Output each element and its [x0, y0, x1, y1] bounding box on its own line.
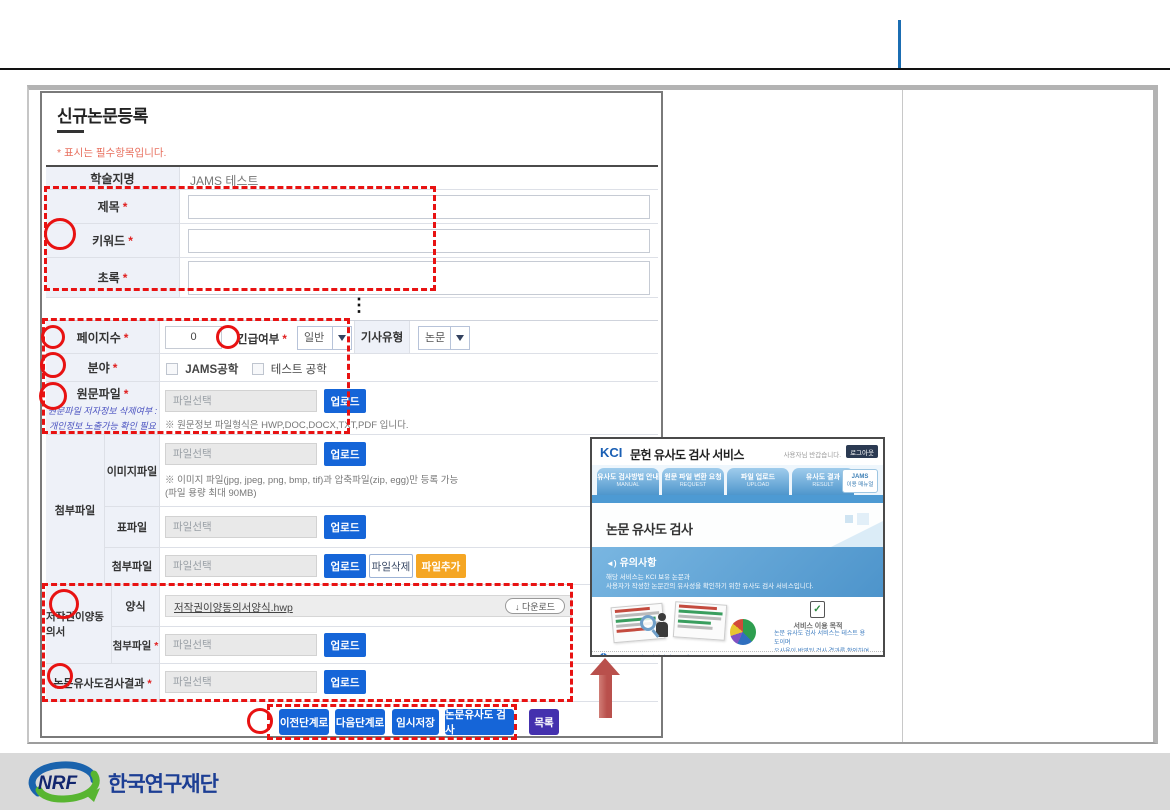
heading-underline [57, 130, 84, 133]
table-upload-button[interactable]: 업로드 [324, 515, 366, 539]
annotation-circle-field [40, 352, 66, 378]
image-file-row: 이미지파일 파일선택 업로드 ※ 이미지 파일(jpg, jpeg, png, … [105, 435, 658, 507]
panel-column-divider [902, 90, 903, 742]
annotation-circle-copyright-form [49, 589, 79, 619]
greeting-text: 사용자님 반갑습니다. [784, 449, 841, 459]
kci-similarity-popup: KCI 문헌 유사도 검사 서비스 사용자님 반갑습니다. 로그아웃 유사도 검… [590, 437, 885, 657]
tab-convert-request[interactable]: 원문 파일 변환 요청 REQUEST [662, 468, 724, 495]
popup-title: 문헌 유사도 검사 서비스 [630, 446, 744, 463]
annotation-circle-buttons [247, 708, 273, 734]
image-upload-button[interactable]: 업로드 [324, 442, 366, 466]
list-button[interactable]: 목록 [529, 709, 559, 735]
nrf-logo: NRF [24, 760, 106, 804]
table-file-input[interactable]: 파일선택 [165, 516, 317, 538]
person-icon [658, 613, 666, 621]
notice-line-2: 사용자가 작성한 논문간의 유사성을 확인하기 위한 유사도 검사 서비스입니다… [606, 580, 814, 590]
organization-name: 한국연구재단 [108, 768, 218, 798]
annotation-box-title-fields [44, 186, 436, 291]
manual-page: 신규논문등록 * 표시는 필수항목입니다. 학술지명 JAMS 테스트 제목* … [0, 0, 1170, 810]
attach-file-row: 첨부파일 파일선택 업로드 파일삭제 파일추가 [105, 548, 658, 585]
annotation-circle-keyword [44, 218, 76, 250]
document-illustration [673, 601, 727, 641]
red-arrow-up-icon [590, 658, 620, 675]
manual-button[interactable]: JAMS 이용 매뉴얼 [842, 469, 878, 493]
speaker-icon: ◄) [606, 559, 617, 568]
annotation-circle-manuscript [39, 382, 67, 410]
image-file-input[interactable]: 파일선택 [165, 443, 317, 465]
popup-tab-bar: 유사도 검사방법 안내 MANUAL 원문 파일 변환 요청 REQUEST 파… [592, 465, 883, 495]
tab-manual[interactable]: 유사도 검사방법 안내 MANUAL [597, 468, 659, 495]
annotation-circle-pages [41, 325, 65, 349]
info-icon: i [600, 653, 607, 658]
attachment-group-label: 첨부파일 [46, 435, 105, 585]
header-accent-line [898, 20, 901, 68]
top-divider-line [0, 68, 1170, 70]
table-file-row: 표파일 파일선택 업로드 [105, 507, 658, 548]
annotation-box-copyright [42, 583, 573, 702]
tab-file-upload[interactable]: 파일 업로드 UPLOAD [727, 468, 789, 495]
hero-decoration [845, 515, 853, 523]
notice-title: 유의사항 [620, 558, 657, 569]
popup-hero: 논문 유사도 검사 [592, 503, 883, 547]
popup-blue-strip [592, 495, 883, 503]
attach-upload-button[interactable]: 업로드 [324, 554, 366, 578]
truncation-ellipsis: ⋮ [350, 295, 368, 316]
image-file-label: 이미지파일 [107, 463, 158, 479]
svg-text:NRF: NRF [38, 773, 78, 794]
annotation-box-middle-fields [42, 318, 350, 434]
annotation-circle-similarity-result [47, 663, 73, 689]
attach-file-input[interactable]: 파일선택 [165, 555, 317, 577]
table-file-label: 표파일 [117, 519, 147, 535]
checklist-icon: ✓ [810, 601, 825, 618]
pie-chart-icon [730, 619, 756, 645]
image-note-1: ※ 이미지 파일(jpg, jpeg, png, bmp, tif)과 압축파일… [165, 472, 458, 486]
hero-decoration [857, 513, 869, 525]
popup-body: ✓ 서비스 이용 목적 논문 유사도 검사 서비스는 테스트 용도이며 유사율이… [592, 597, 883, 651]
kci-logo: KCI [600, 445, 622, 460]
page-title: 신규논문등록 [57, 102, 148, 127]
image-note-2: (파일 용량 최대 90MB) [165, 485, 257, 499]
logout-button[interactable]: 로그아웃 [846, 445, 878, 458]
article-type-label: 기사유형 [354, 321, 410, 353]
journal-label: 학술지명 [90, 170, 134, 187]
popup-heading: 논문 유사도 검사 [606, 519, 692, 538]
article-type-select[interactable]: 논문 [418, 326, 470, 350]
required-fields-note: * 표시는 필수항목입니다. [57, 145, 166, 160]
kci-intro-link[interactable]: KCI 논문유사도검사서비스 소개 [610, 653, 690, 658]
file-delete-button[interactable]: 파일삭제 [369, 554, 413, 578]
attach-file-label: 첨부파일 [112, 558, 152, 574]
red-arrow-shaft [599, 673, 612, 718]
file-add-button[interactable]: 파일추가 [416, 554, 466, 578]
notice-banner: ◄)유의사항 해당 서비스는 KCI 보유 논문과 사용자가 작성한 논문간의 … [592, 547, 883, 597]
article-type-value: 논문 [419, 327, 450, 349]
annotation-circle-urgency [216, 325, 240, 349]
footer: NRF 한국연구재단 [0, 753, 1170, 810]
chevron-down-icon [456, 335, 464, 341]
annotation-box-buttons [267, 704, 517, 740]
popup-header: KCI 문헌 유사도 검사 서비스 사용자님 반갑습니다. 로그아웃 [592, 439, 883, 465]
